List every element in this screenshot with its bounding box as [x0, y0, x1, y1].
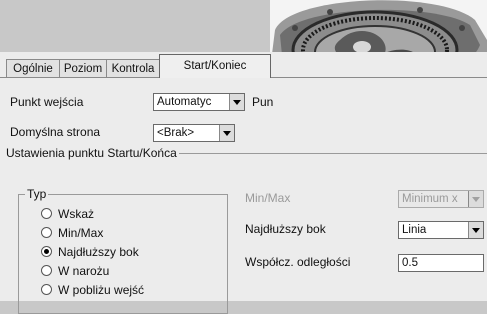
radio-label: W narożu [58, 264, 110, 278]
chevron-down-icon[interactable] [468, 222, 483, 238]
entry-point-label: Punkt wejścia [10, 95, 84, 109]
operation-parameters-dialog: Ogólnie Poziom Kontrola Start/Koniec Pun… [0, 52, 487, 314]
min-max-value: Minimum x [402, 193, 458, 205]
default-side-label: Domyślna strona [10, 125, 101, 139]
tab-start-koniec[interactable]: Start/Koniec [159, 54, 271, 78]
radio-button[interactable] [41, 227, 52, 238]
radio-label: Wskaż [58, 207, 94, 221]
tab-poziom[interactable]: Poziom [59, 59, 107, 77]
entry-point-select[interactable]: Automatyc [153, 93, 245, 111]
distance-coefficient-input[interactable]: 0.5 [398, 254, 484, 272]
entry-point-value: Automatyc [157, 96, 212, 108]
tab-kontrola[interactable]: Kontrola [106, 59, 160, 77]
longest-side-select[interactable]: Linia [398, 221, 484, 239]
radio-button[interactable] [41, 284, 52, 295]
radio-button[interactable] [41, 265, 52, 276]
radio-button[interactable] [41, 208, 52, 219]
type-group-legend: Typ [25, 187, 49, 201]
radio-label: W pobliżu wejść [58, 283, 145, 297]
chevron-down-icon[interactable] [229, 94, 244, 110]
radio-label: Najdłuższy bok [58, 245, 139, 259]
truncated-label: Pun [252, 95, 274, 109]
type-group: Typ Wskaż Min/Max Najdłuższy bok W naroż… [18, 187, 228, 314]
chevron-down-icon[interactable] [219, 125, 234, 141]
min-max-select: Minimum x [398, 190, 484, 208]
chevron-down-icon [468, 191, 483, 207]
distance-coefficient-label: Współcz. odległości [245, 255, 351, 269]
longest-side-label: Najdłuższy bok [245, 222, 326, 236]
radio-label: Min/Max [58, 226, 104, 240]
tab-ogolnie[interactable]: Ogólnie [6, 59, 60, 77]
default-side-select[interactable]: <Brak> [153, 124, 235, 142]
min-max-label: Min/Max [245, 191, 291, 205]
radio-button-selected[interactable] [41, 246, 52, 257]
start-end-settings-title: Ustawienia punktu Startu/Końca [4, 146, 179, 160]
longest-side-value: Linia [402, 224, 427, 236]
default-side-value: <Brak> [157, 127, 195, 139]
